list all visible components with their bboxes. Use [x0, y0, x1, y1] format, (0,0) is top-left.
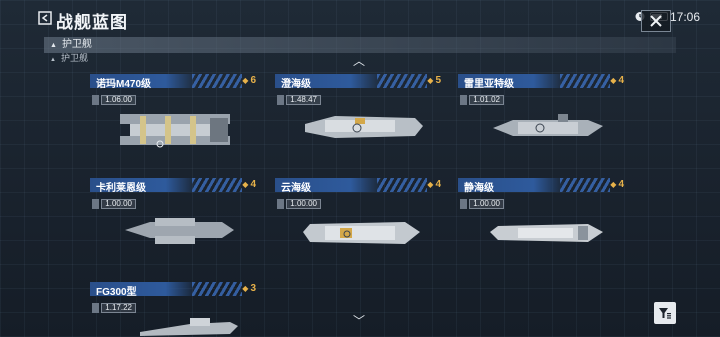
- stat-icon: [460, 198, 468, 209]
- star-value: 4: [618, 75, 624, 86]
- ship-card[interactable]: 诺玛M470级 ◆ 6 1.06.00: [90, 74, 256, 169]
- ship-card[interactable]: 雷里亚特级 ◆ 4 1.01.02: [458, 74, 624, 169]
- card-header: 诺玛M470级: [90, 74, 242, 90]
- ship-card[interactable]: 云海级 ◆ 4 1.00.00: [275, 178, 441, 273]
- ship-image: [120, 114, 230, 148]
- ship-card[interactable]: 卡利莱恩级 ◆ 4 1.00.00: [90, 178, 256, 273]
- ship-name: 卡利莱恩级: [96, 183, 146, 194]
- close-button[interactable]: [641, 10, 671, 32]
- stat-box: 1.00.00: [277, 198, 321, 209]
- star-badge-icon: ◆: [427, 180, 434, 189]
- star-value: 4: [618, 179, 624, 190]
- stat-value: 1.00.00: [286, 198, 321, 209]
- status-time: 17:06: [669, 10, 700, 24]
- star-count: ◆ 4: [610, 75, 624, 86]
- star-value: 6: [250, 75, 256, 86]
- stat-box: 1.01.02: [460, 94, 504, 105]
- section-label: 护卫舰: [61, 39, 92, 50]
- stat-box: 1.48.47: [277, 94, 321, 105]
- star-value: 4: [250, 179, 256, 190]
- top-bar: 战舰蓝图 17:06: [0, 0, 720, 34]
- star-count: ◆ 6: [242, 75, 256, 86]
- stat-value: 1.00.00: [101, 198, 136, 209]
- close-icon: [650, 15, 662, 27]
- stat-icon: [277, 94, 285, 105]
- star-count: ◆ 4: [427, 179, 441, 190]
- stat-box: 1.06.00: [92, 94, 136, 105]
- stat-value: 1.00.00: [469, 198, 504, 209]
- star-count: ◆ 4: [610, 179, 624, 190]
- stat-value: 1.01.02: [469, 94, 504, 105]
- stat-icon: [92, 302, 100, 313]
- ship-name: FG300型: [96, 287, 137, 298]
- stat-icon: [277, 198, 285, 209]
- stat-value: 1.06.00: [101, 94, 136, 105]
- ship-card[interactable]: FG300型 ◆ 3 1.17.22: [90, 282, 256, 337]
- star-badge-icon: ◆: [242, 284, 249, 293]
- ship-image: [125, 218, 234, 244]
- ship-image: [493, 114, 603, 136]
- card-header: 卡利莱恩级: [90, 178, 242, 194]
- ship-image: [305, 116, 423, 138]
- star-value: 3: [250, 283, 256, 294]
- ship-name: 云海级: [281, 183, 311, 194]
- card-header: 静海级: [458, 178, 610, 194]
- star-badge-icon: ◆: [242, 180, 249, 189]
- stat-value: 1.48.47: [286, 94, 321, 105]
- filter-icon: [659, 308, 671, 319]
- ship-image: [140, 318, 238, 336]
- page-title: 战舰蓝图: [56, 13, 128, 32]
- collapse-triangle-icon: ▲: [50, 42, 57, 49]
- filter-button[interactable]: [654, 302, 676, 324]
- back-arrow-icon[interactable]: [38, 11, 52, 25]
- card-header: FG300型: [90, 282, 242, 298]
- star-value: 4: [435, 179, 441, 190]
- stat-box: 1.00.00: [460, 198, 504, 209]
- card-header: 澄海级: [275, 74, 427, 90]
- stat-box: 1.00.00: [92, 198, 136, 209]
- stat-icon: [92, 94, 100, 105]
- chevron-down-icon[interactable]: ﹀: [353, 312, 365, 329]
- collapse-triangle-icon: ▲: [50, 57, 56, 63]
- star-badge-icon: ◆: [427, 76, 434, 85]
- ship-name: 澄海级: [281, 79, 311, 90]
- ship-image: [303, 222, 420, 244]
- card-header: 雷里亚特级: [458, 74, 610, 90]
- section-header[interactable]: ▲ 护卫舰: [44, 37, 676, 53]
- ship-card[interactable]: 静海级 ◆ 4 1.00.00: [458, 178, 624, 273]
- ship-image: [490, 224, 603, 242]
- ship-name: 静海级: [464, 183, 494, 194]
- star-value: 5: [435, 75, 441, 86]
- card-header: 云海级: [275, 178, 427, 194]
- star-count: ◆ 4: [242, 179, 256, 190]
- stat-icon: [460, 94, 468, 105]
- stat-icon: [92, 198, 100, 209]
- star-count: ◆ 3: [242, 283, 256, 294]
- sub-section-label: 护卫舰: [60, 53, 88, 63]
- ship-name: 诺玛M470级: [96, 79, 152, 90]
- star-badge-icon: ◆: [610, 76, 617, 85]
- stat-value: 1.17.22: [101, 302, 136, 313]
- ship-name: 雷里亚特级: [464, 79, 514, 90]
- ship-card[interactable]: 澄海级 ◆ 5 1.48.47: [275, 74, 441, 169]
- star-badge-icon: ◆: [242, 76, 249, 85]
- star-count: ◆ 5: [427, 75, 441, 86]
- star-badge-icon: ◆: [610, 180, 617, 189]
- chevron-up-icon[interactable]: ︿: [353, 52, 365, 69]
- sub-section-header[interactable]: ▲ 护卫舰: [44, 53, 144, 63]
